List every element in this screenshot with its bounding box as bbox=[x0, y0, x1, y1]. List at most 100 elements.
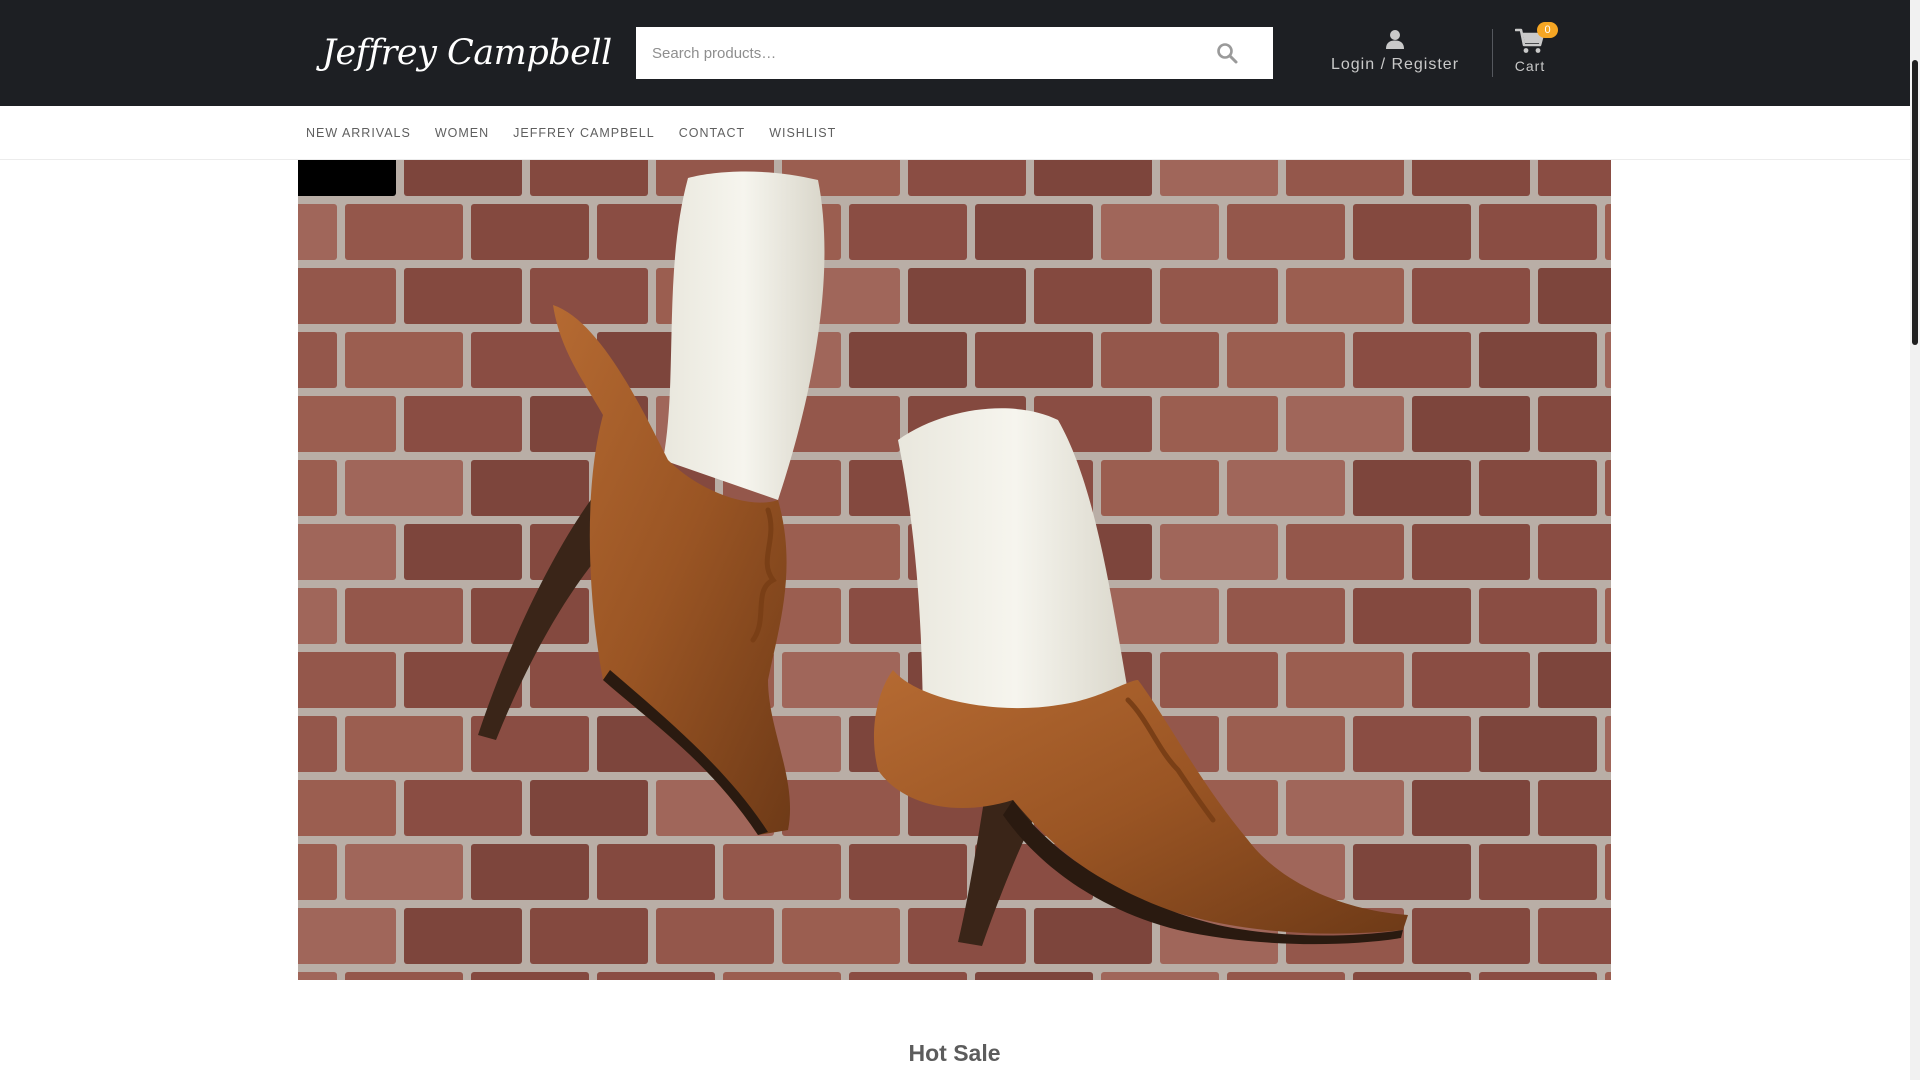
brick bbox=[404, 524, 522, 580]
brick bbox=[1353, 460, 1471, 516]
brick bbox=[1034, 160, 1152, 196]
brick bbox=[849, 332, 967, 388]
brick bbox=[849, 844, 967, 900]
search-icon bbox=[1217, 43, 1238, 64]
brick bbox=[1605, 460, 1611, 516]
brick bbox=[1353, 332, 1471, 388]
brick bbox=[298, 652, 396, 708]
brick bbox=[1538, 652, 1611, 708]
brick bbox=[1412, 268, 1530, 324]
brick bbox=[1538, 396, 1611, 452]
brick bbox=[1479, 844, 1597, 900]
brick bbox=[404, 908, 522, 964]
brick bbox=[1412, 524, 1530, 580]
brick bbox=[1160, 160, 1278, 196]
brick bbox=[298, 332, 337, 388]
brick bbox=[1101, 332, 1219, 388]
brick bbox=[1227, 588, 1345, 644]
brick bbox=[1538, 268, 1611, 324]
search-form bbox=[636, 27, 1273, 79]
brick bbox=[1353, 588, 1471, 644]
cart-link[interactable]: 0 Cart bbox=[1506, 22, 1566, 78]
brick bbox=[345, 588, 463, 644]
cart-label: Cart bbox=[1514, 58, 1546, 74]
brick bbox=[1101, 460, 1219, 516]
scrollbar-thumb[interactable] bbox=[1912, 60, 1918, 345]
brick bbox=[471, 972, 589, 980]
brick bbox=[298, 908, 396, 964]
brick bbox=[1286, 780, 1404, 836]
user-icon bbox=[1386, 30, 1404, 49]
brick bbox=[1286, 268, 1404, 324]
brick bbox=[597, 972, 715, 980]
brick bbox=[782, 908, 900, 964]
brick bbox=[1605, 716, 1611, 772]
brick bbox=[298, 524, 396, 580]
brick bbox=[1160, 396, 1278, 452]
brick bbox=[1412, 160, 1530, 196]
brick bbox=[1034, 908, 1152, 964]
site-header: Jeffrey Campbell Login / Register 0 Cart bbox=[0, 0, 1910, 106]
search-input[interactable] bbox=[636, 27, 1196, 79]
brick bbox=[1479, 716, 1597, 772]
brand-logo[interactable]: Jeffrey Campbell bbox=[322, 30, 612, 76]
brick bbox=[1101, 588, 1219, 644]
brick bbox=[298, 972, 337, 980]
brick bbox=[298, 160, 396, 196]
brick bbox=[404, 268, 522, 324]
login-register-label: Login / Register bbox=[1330, 56, 1460, 73]
brick bbox=[1353, 972, 1471, 980]
brick bbox=[1160, 652, 1278, 708]
brick bbox=[345, 332, 463, 388]
brick bbox=[1605, 588, 1611, 644]
brick bbox=[298, 588, 337, 644]
nav-item-wishlist[interactable]: WISHLIST bbox=[769, 122, 836, 144]
brick bbox=[404, 160, 522, 196]
brick bbox=[1412, 780, 1530, 836]
brick bbox=[530, 908, 648, 964]
login-register-link[interactable]: Login / Register bbox=[1320, 28, 1470, 78]
brick bbox=[1286, 652, 1404, 708]
brick bbox=[530, 160, 648, 196]
brick bbox=[975, 204, 1093, 260]
main-nav: NEW ARRIVALS WOMEN JEFFREY CAMPBELL CONT… bbox=[0, 106, 1910, 160]
brick bbox=[1353, 844, 1471, 900]
brick bbox=[345, 204, 463, 260]
brick bbox=[1286, 524, 1404, 580]
brick bbox=[345, 844, 463, 900]
hero-image bbox=[298, 160, 1611, 980]
brick bbox=[1160, 268, 1278, 324]
brick bbox=[345, 460, 463, 516]
header-divider bbox=[1492, 29, 1493, 77]
brick bbox=[1412, 908, 1530, 964]
brick bbox=[298, 460, 337, 516]
hero-banner[interactable] bbox=[298, 160, 1611, 980]
nav-item-jeffrey-campbell[interactable]: JEFFREY CAMPBELL bbox=[513, 122, 655, 144]
brick bbox=[1605, 844, 1611, 900]
brick bbox=[1605, 972, 1611, 980]
brick bbox=[471, 844, 589, 900]
brick bbox=[345, 972, 463, 980]
brick bbox=[345, 716, 463, 772]
brick bbox=[471, 460, 589, 516]
brick bbox=[1605, 332, 1611, 388]
brick bbox=[1479, 204, 1597, 260]
cart-count-badge: 0 bbox=[1537, 22, 1558, 38]
page-scrollbar[interactable] bbox=[1910, 0, 1920, 1080]
brick bbox=[656, 908, 774, 964]
brick bbox=[1227, 716, 1345, 772]
nav-item-contact[interactable]: CONTACT bbox=[679, 122, 746, 144]
brick bbox=[1286, 396, 1404, 452]
nav-item-new-arrivals[interactable]: NEW ARRIVALS bbox=[306, 122, 411, 144]
brick bbox=[404, 780, 522, 836]
brick bbox=[1227, 460, 1345, 516]
brick bbox=[1538, 780, 1611, 836]
brick bbox=[298, 780, 396, 836]
nav-item-women[interactable]: WOMEN bbox=[435, 122, 489, 144]
search-button[interactable] bbox=[1215, 41, 1239, 65]
brick bbox=[1479, 972, 1597, 980]
brick bbox=[597, 844, 715, 900]
brick bbox=[1353, 716, 1471, 772]
brick bbox=[975, 972, 1093, 980]
brick bbox=[1605, 204, 1611, 260]
